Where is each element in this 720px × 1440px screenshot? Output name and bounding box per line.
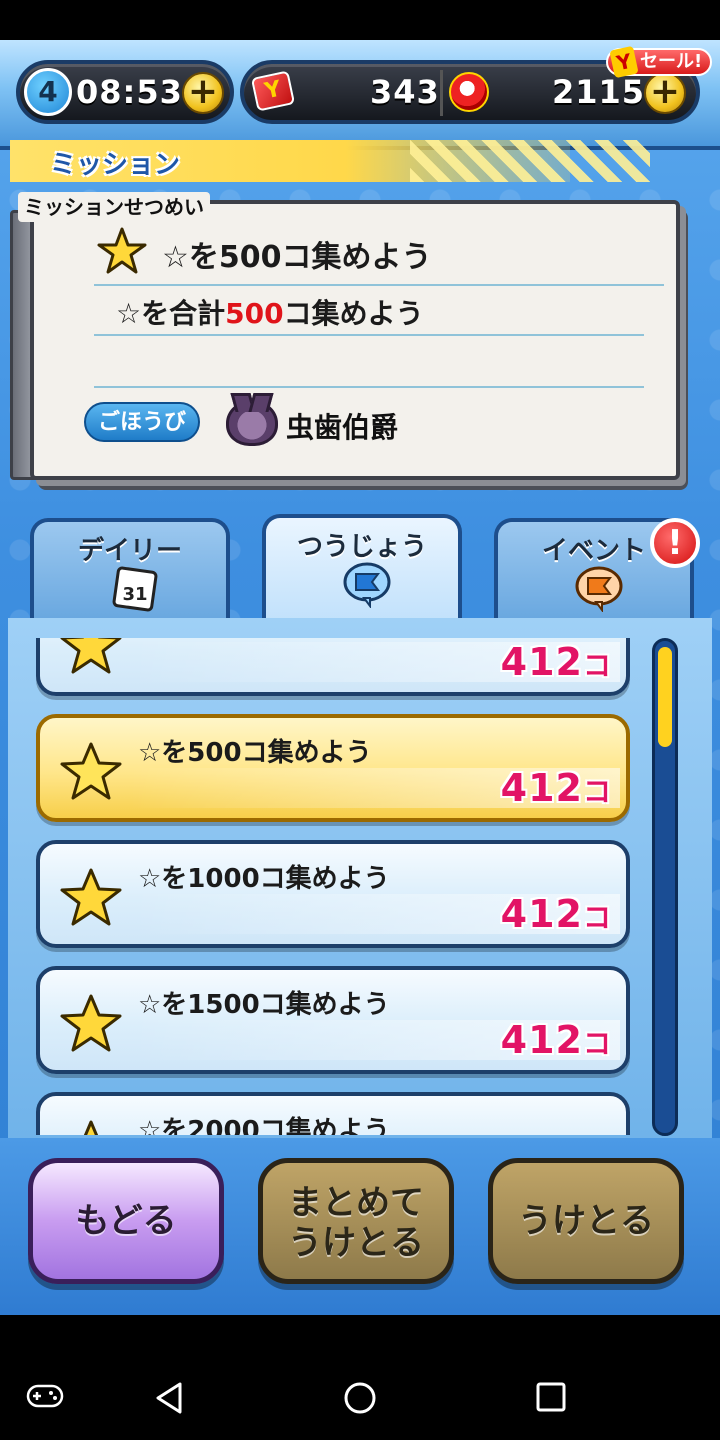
receive-button[interactable]: うけとる — [488, 1158, 684, 1284]
star-icon — [60, 742, 122, 800]
coin-icon — [449, 72, 489, 112]
event-alert-badge: ! — [650, 518, 700, 568]
ticket-count: 343 — [370, 73, 440, 111]
star-icon — [60, 994, 122, 1052]
calendar-day-number: 31 — [122, 584, 147, 605]
receive-all-line2: うけとる — [288, 1223, 424, 1263]
count-unit: コ — [582, 1027, 612, 1060]
count-value: 412 — [500, 1018, 583, 1062]
tab-daily-label: デイリー — [77, 536, 182, 566]
mission-item-title: ☆を1500コ集めよう — [138, 990, 390, 1020]
mission-list[interactable]: 412コ ☆を500コ集めよう 412コ ☆を1000コ集めよう 412コ ☆を… — [30, 638, 645, 1135]
mission-item-count: 412コ — [501, 640, 612, 684]
divider — [94, 334, 644, 336]
count-unit: コ — [582, 775, 612, 808]
reward-label: ごほうび — [84, 402, 201, 442]
status-bar — [0, 0, 720, 40]
orange-flag-icon — [575, 566, 623, 612]
back-button[interactable]: もどる — [28, 1158, 224, 1284]
mission-item-count: 412コ — [501, 766, 612, 810]
count-unit: コ — [582, 649, 612, 682]
mission-item-count: 412コ — [501, 1018, 612, 1062]
list-scrollbar[interactable] — [652, 638, 678, 1136]
ticket-icon: Y — [250, 70, 296, 112]
add-coins-button[interactable]: + — [644, 72, 686, 114]
count-value: 412 — [500, 766, 583, 810]
star-icon — [60, 868, 122, 926]
recents-nav-icon[interactable] — [534, 1380, 568, 1414]
book-page: ☆を500コ集めよう ☆を合計500コ集めよう ごほうび 虫歯伯爵 — [30, 200, 680, 480]
home-nav-icon[interactable] — [342, 1380, 378, 1416]
stamina-level-badge: 4 — [24, 68, 72, 116]
receive-all-button[interactable]: まとめて うけとる — [258, 1158, 454, 1284]
desc-number: 500 — [225, 297, 284, 330]
star-icon — [60, 638, 122, 674]
scrollbar-thumb[interactable] — [658, 647, 672, 747]
mission-item-title: ☆を2000コ集めよう — [138, 1116, 390, 1135]
gamepad-icon[interactable] — [26, 1380, 64, 1412]
mission-item-selected[interactable]: ☆を500コ集めよう 412コ — [36, 714, 630, 822]
mission-header-ribbon: ミッション — [10, 140, 650, 182]
back-nav-icon[interactable] — [152, 1380, 186, 1416]
tab-daily[interactable]: デイリー 31 — [30, 518, 230, 618]
mission-item-title: ☆を1000コ集めよう — [138, 864, 390, 894]
back-button-label: もどる — [75, 1201, 177, 1241]
mission-item-title: ☆を500コ集めよう — [138, 738, 372, 768]
count-value: 412 — [500, 640, 583, 684]
mission-item[interactable]: 412コ — [36, 638, 630, 696]
count-unit: コ — [582, 901, 612, 934]
divider — [94, 386, 644, 388]
mission-description-book: ☆を500コ集めよう ☆を合計500コ集めよう ごほうび 虫歯伯爵 ミッションせ… — [10, 192, 690, 500]
game-screen: 4 08:53 + Y 343 2115 + Y セール! ミッション ☆を50… — [0, 40, 720, 1315]
count-value: 412 — [500, 892, 583, 936]
currency-divider — [440, 70, 443, 116]
resource-bar: 4 08:53 + Y 343 2115 + Y セール! — [0, 40, 720, 150]
desc-suffix: コ集めよう — [283, 297, 424, 330]
reward-yokai-icon — [226, 400, 278, 446]
sale-y-icon: Y — [609, 45, 639, 79]
mission-item[interactable]: ☆を1500コ集めよう 412コ — [36, 966, 630, 1074]
mission-item[interactable]: ☆を2000コ集めよう — [36, 1092, 630, 1135]
star-icon — [83, 1120, 99, 1135]
mission-item-count: 412コ — [501, 892, 612, 936]
mission-header-title: ミッション — [50, 150, 181, 180]
star-icon — [97, 227, 147, 274]
system-nav-bar — [0, 1315, 720, 1440]
calendar-icon: 31 — [112, 566, 158, 612]
stamina-pill: 4 08:53 + — [16, 60, 234, 124]
sale-label: セール! — [640, 51, 703, 72]
coin-count: 2115 — [552, 73, 646, 111]
mission-desc-title: ☆を500コ集めよう — [162, 240, 432, 275]
reward-name: 虫歯伯爵 — [286, 411, 399, 444]
mission-item[interactable]: ☆を1000コ集めよう 412コ — [36, 840, 630, 948]
sale-badge[interactable]: Y セール! — [606, 45, 713, 79]
tab-regular[interactable]: つうじょう — [262, 514, 462, 626]
desc-prefix: ☆を合計 — [116, 297, 226, 330]
receive-all-line1: まとめて — [288, 1183, 424, 1223]
add-stamina-button[interactable]: + — [182, 72, 224, 114]
divider — [94, 284, 664, 286]
mission-desc-detail: ☆を合計500コ集めよう — [116, 292, 424, 332]
blue-flag-icon — [343, 562, 391, 608]
book-tab: ミッションせつめい — [18, 192, 210, 222]
receive-button-label: うけとる — [518, 1201, 654, 1241]
tab-regular-label: つうじょう — [296, 532, 427, 562]
stamina-timer: 08:53 — [76, 73, 183, 111]
